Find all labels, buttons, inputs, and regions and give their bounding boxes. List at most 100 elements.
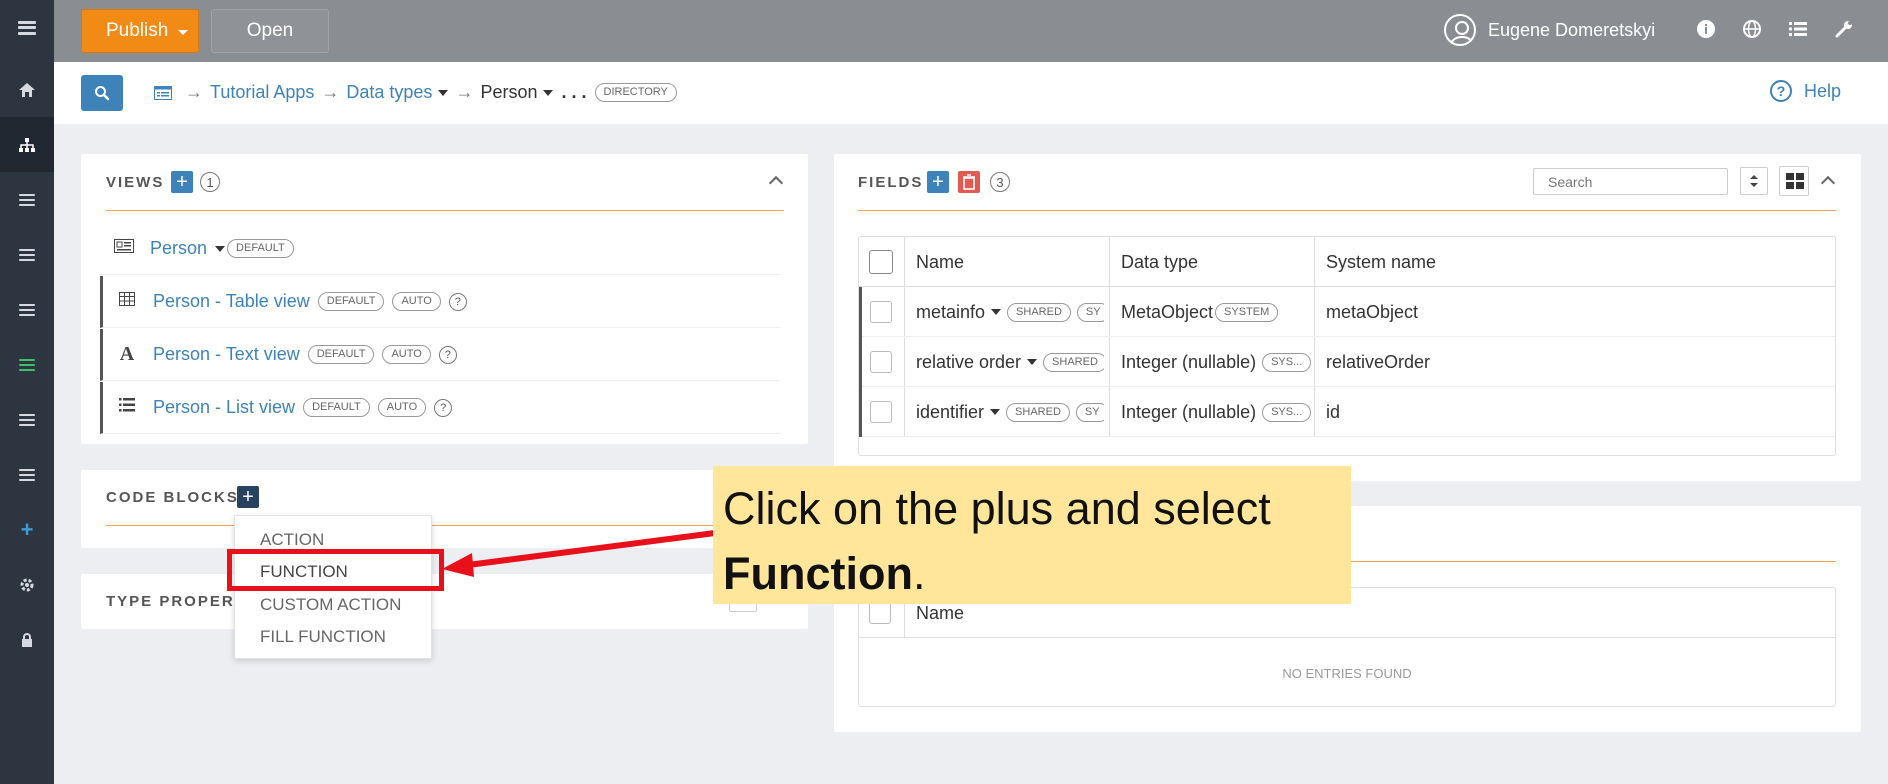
search-button[interactable] xyxy=(81,75,123,111)
menu-item-fill-function[interactable]: FILL FUNCTION xyxy=(260,627,386,647)
column-separator xyxy=(904,337,905,386)
table-row[interactable]: relative order SHARED Integer (nullable) S… xyxy=(859,337,1835,387)
view-item-list[interactable]: Person - List view DEFAULT AUTO ? xyxy=(100,382,780,434)
default-badge: DEFAULT xyxy=(307,345,375,364)
publish-label: Publish xyxy=(106,20,169,41)
chevron-down-icon xyxy=(178,30,188,35)
list-icon[interactable] xyxy=(0,282,54,337)
system-badge: SYS... xyxy=(1262,402,1311,422)
row-select-cell xyxy=(870,337,892,387)
globe-icon[interactable] xyxy=(1740,17,1764,41)
breadcrumb-person[interactable]: Person xyxy=(480,82,537,103)
breadcrumb-ellipsis[interactable]: . . . xyxy=(561,82,586,103)
add-view-button[interactable]: + xyxy=(171,171,193,193)
menu-icon[interactable] xyxy=(0,0,54,55)
delete-field-button[interactable] xyxy=(958,171,980,193)
lock-icon[interactable] xyxy=(0,612,54,667)
table-header: Name Data type System name xyxy=(859,237,1835,287)
list-icon[interactable] xyxy=(0,447,54,502)
fields-title: FIELDS xyxy=(858,174,924,191)
view-item-person[interactable]: Person DEFAULT xyxy=(100,223,780,275)
empty-state: NO ENTRIES FOUND xyxy=(1282,665,1412,681)
caret-down-icon[interactable] xyxy=(215,245,226,252)
list-icon[interactable] xyxy=(0,337,54,392)
row-indicator xyxy=(859,387,862,437)
add-code-block-button[interactable]: + xyxy=(237,486,259,508)
add-field-button[interactable]: + xyxy=(927,171,949,193)
list-icon xyxy=(115,398,139,417)
divider xyxy=(106,210,784,211)
menu-item-custom-action[interactable]: CUSTOM ACTION xyxy=(260,595,401,615)
plus-icon[interactable]: + xyxy=(0,502,54,557)
fields-count: 3 xyxy=(990,172,1010,192)
publish-button[interactable]: Publish xyxy=(81,9,199,53)
view-label[interactable]: Person - List view xyxy=(153,397,295,418)
views-title: VIEWS xyxy=(106,174,165,191)
column-header-name[interactable]: Name xyxy=(916,237,964,287)
caret-down-icon[interactable] xyxy=(543,89,554,96)
view-item-text[interactable]: A Person - Text view DEFAULT AUTO ? xyxy=(100,329,780,381)
form-view-icon xyxy=(112,239,136,258)
help-icon[interactable]: ? xyxy=(448,292,467,311)
info-icon[interactable] xyxy=(1694,17,1718,41)
field-name[interactable]: metainfo xyxy=(916,302,985,323)
breadcrumb-tutorial-apps[interactable]: Tutorial Apps xyxy=(210,82,314,103)
breadcrumb-data-types[interactable]: Data types xyxy=(346,82,432,103)
field-name-cell[interactable]: identifier SHARED SY xyxy=(916,387,1104,437)
list-icon[interactable] xyxy=(0,172,54,227)
tutorial-callout: Click on the plus and select Function. xyxy=(713,466,1351,604)
field-type-cell: MetaObject SYSTEM xyxy=(1121,287,1311,337)
caret-down-icon[interactable] xyxy=(990,409,1001,415)
arrow-right-icon: → xyxy=(185,82,203,102)
help-icon[interactable]: ? xyxy=(434,398,453,417)
shared-badge: SHARED xyxy=(1007,302,1071,322)
field-name[interactable]: relative order xyxy=(916,352,1021,373)
field-name-cell[interactable]: relative order SHARED xyxy=(916,337,1104,387)
default-badge: DEFAULT xyxy=(317,292,385,311)
callout-bold: Function xyxy=(723,548,913,599)
user-name: Eugene Domeretskyi xyxy=(1488,19,1656,40)
field-name-cell[interactable]: metainfo SHARED SY xyxy=(916,287,1104,337)
default-badge: DEFAULT xyxy=(303,398,370,417)
row-checkbox[interactable] xyxy=(870,401,892,423)
user-menu[interactable]: Eugene Domeretskyi xyxy=(1444,14,1655,46)
caret-down-icon[interactable] xyxy=(438,89,449,96)
menu-item-action[interactable]: ACTION xyxy=(260,530,324,550)
view-item-table[interactable]: Person - Table view DEFAULT AUTO ? xyxy=(100,276,780,328)
sitemap-icon[interactable] xyxy=(0,117,54,172)
select-all-checkbox[interactable] xyxy=(869,250,893,274)
row-checkbox[interactable] xyxy=(870,351,892,373)
wrench-icon[interactable] xyxy=(1832,17,1856,41)
field-system-name: id xyxy=(1326,401,1341,422)
fields-search-input[interactable] xyxy=(1533,168,1728,195)
row-select-cell xyxy=(870,287,892,337)
column-separator xyxy=(1109,337,1110,386)
help-link[interactable]: ? Help xyxy=(1770,80,1841,102)
column-header-data-type[interactable]: Data type xyxy=(1121,237,1198,287)
home-icon[interactable] xyxy=(0,62,54,117)
open-button[interactable]: Open xyxy=(211,9,329,53)
select-all-cell xyxy=(869,237,893,287)
gear-icon[interactable] xyxy=(0,557,54,612)
list-icon[interactable] xyxy=(0,392,54,447)
grid-view-button[interactable] xyxy=(1779,166,1809,196)
sort-icon xyxy=(1750,175,1758,187)
caret-down-icon[interactable] xyxy=(1027,359,1038,365)
caret-down-icon[interactable] xyxy=(991,309,1002,315)
column-separator xyxy=(1314,387,1315,436)
sort-button[interactable] xyxy=(1740,167,1768,195)
field-name[interactable]: identifier xyxy=(916,402,984,423)
row-checkbox[interactable] xyxy=(870,301,892,323)
view-label[interactable]: Person xyxy=(150,238,207,259)
view-label[interactable]: Person - Text view xyxy=(153,344,300,365)
row-indicator xyxy=(859,287,862,337)
shared-badge: SHARED xyxy=(1006,402,1070,422)
column-header-system-name[interactable]: System name xyxy=(1326,237,1436,287)
list-view-icon[interactable] xyxy=(1786,17,1810,41)
table-row[interactable]: identifier SHARED SY Integer (nullable) SYS… xyxy=(859,387,1835,437)
table-row[interactable]: metainfo SHARED SY MetaObject SYSTEM metaOb… xyxy=(859,287,1835,337)
header-bar: → Tutorial Apps → Data types → Person . … xyxy=(54,62,1888,124)
view-label[interactable]: Person - Table view xyxy=(153,291,310,312)
help-icon[interactable]: ? xyxy=(438,345,457,364)
list-icon[interactable] xyxy=(0,227,54,282)
